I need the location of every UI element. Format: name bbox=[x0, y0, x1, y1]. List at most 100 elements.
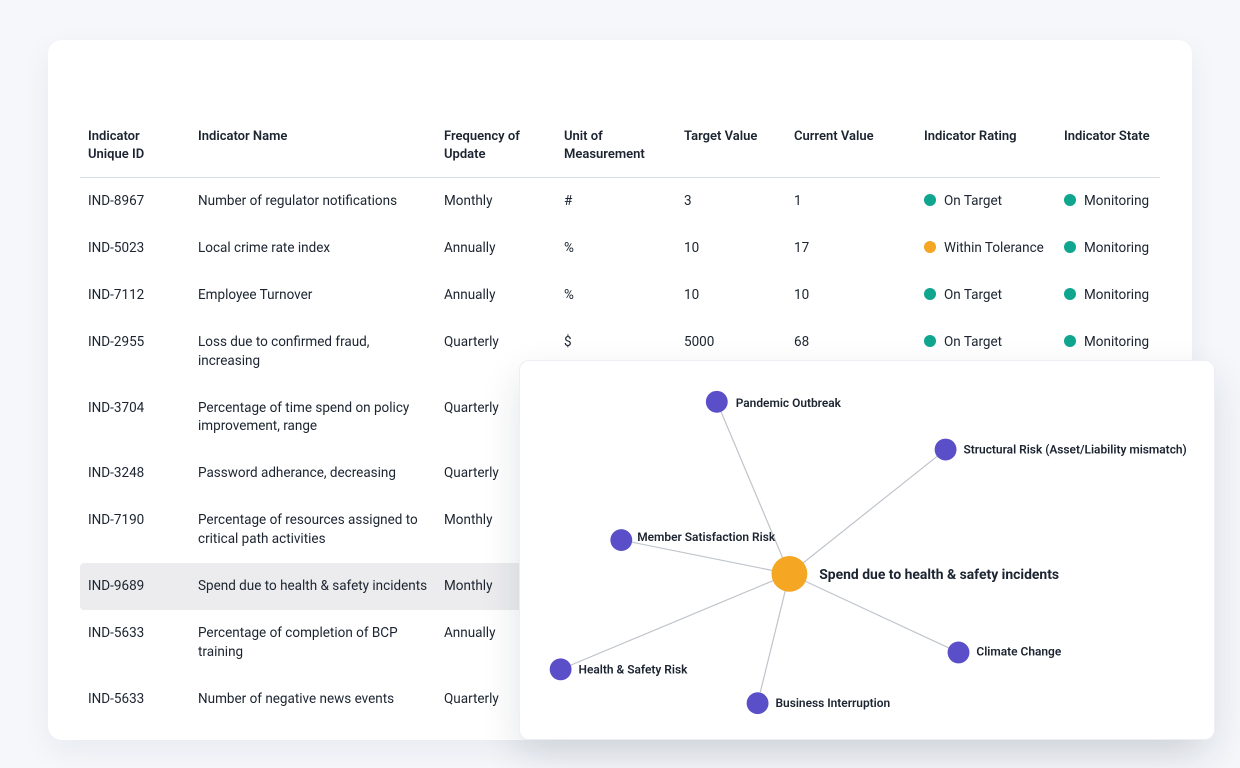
cell-name: Spend due to health & safety incidents bbox=[190, 563, 436, 610]
status-dot-icon bbox=[1064, 241, 1076, 253]
cell-freq-text: Annually bbox=[444, 287, 495, 303]
cell-name: Percentage of resources assigned to crit… bbox=[190, 497, 436, 563]
rating-label: On Target bbox=[944, 334, 1002, 350]
cell-name: Loss due to confirmed fraud, increasing bbox=[190, 319, 436, 385]
cell-target: 3 bbox=[676, 178, 786, 225]
chart-center-label: Spend due to health & safety incidents bbox=[819, 567, 1059, 583]
cell-state: Monitoring bbox=[1056, 272, 1160, 319]
cell-id-text: IND-7190 bbox=[88, 512, 144, 528]
chart-node-label: Member Satisfaction Risk bbox=[637, 530, 776, 544]
cell-rating: On Target bbox=[916, 178, 1056, 225]
cell-name: Number of regulator notifications bbox=[190, 178, 436, 225]
cell-id-text: IND-5633 bbox=[88, 625, 144, 641]
status-dot-icon bbox=[924, 288, 936, 300]
col-header-unit[interactable]: Unit of Measurement bbox=[556, 128, 676, 178]
cell-id: IND-7112 bbox=[80, 272, 190, 319]
cell-name: Percentage of time spend on policy impro… bbox=[190, 385, 436, 451]
cell-freq-text: Monthly bbox=[444, 578, 492, 594]
status-dot-icon bbox=[924, 241, 936, 253]
cell-target-text: 10 bbox=[684, 240, 699, 256]
cell-current: 1 bbox=[786, 178, 916, 225]
cell-name-text: Percentage of resources assigned to crit… bbox=[198, 512, 418, 547]
cell-current-text: 1 bbox=[794, 193, 802, 209]
chart-edge bbox=[561, 574, 790, 669]
chart-node-label: Health & Safety Risk bbox=[579, 662, 689, 676]
cell-rating: On Target bbox=[916, 272, 1056, 319]
col-header-freq[interactable]: Frequency of Update bbox=[436, 128, 556, 178]
cell-freq-text: Annually bbox=[444, 625, 495, 641]
status-dot-icon bbox=[924, 194, 936, 206]
chart-node[interactable] bbox=[706, 391, 728, 413]
table-row[interactable]: IND-5023Local crime rate indexAnnually%1… bbox=[80, 225, 1160, 272]
chart-edge bbox=[621, 540, 789, 574]
relationship-chart-svg: Pandemic OutbreakStructural Risk (Asset/… bbox=[520, 361, 1214, 739]
chart-node[interactable] bbox=[610, 529, 632, 551]
chart-node[interactable] bbox=[935, 439, 957, 461]
cell-name: Local crime rate index bbox=[190, 225, 436, 272]
cell-id: IND-8967 bbox=[80, 178, 190, 225]
cell-current-text: 68 bbox=[794, 334, 809, 350]
cell-name-text: Local crime rate index bbox=[198, 240, 330, 256]
chart-node[interactable] bbox=[747, 692, 769, 714]
cell-id-text: IND-5633 bbox=[88, 691, 144, 707]
cell-name-text: Percentage of time spend on policy impro… bbox=[198, 400, 409, 435]
table-header-row: Indicator Unique ID Indicator Name Frequ… bbox=[80, 128, 1160, 178]
cell-freq: Monthly bbox=[436, 178, 556, 225]
cell-target: 10 bbox=[676, 272, 786, 319]
chart-edge bbox=[758, 574, 790, 703]
rating-label: On Target bbox=[944, 193, 1002, 209]
cell-id-text: IND-3704 bbox=[88, 400, 144, 416]
chart-edge bbox=[717, 402, 790, 574]
cell-current-text: 10 bbox=[794, 287, 809, 303]
cell-rating: Within Tolerance bbox=[916, 225, 1056, 272]
cell-name-text: Employee Turnover bbox=[198, 287, 312, 303]
status-dot-icon bbox=[1064, 335, 1076, 347]
cell-id: IND-7190 bbox=[80, 497, 190, 563]
table-row[interactable]: IND-7112 Employee Turnover Annually% 10 10 On… bbox=[80, 272, 1160, 319]
col-header-current[interactable]: Current Value bbox=[786, 128, 916, 178]
cell-name: Employee Turnover bbox=[190, 272, 436, 319]
cell-name: Number of negative news events bbox=[190, 676, 436, 723]
state-label: Monitoring bbox=[1084, 193, 1149, 209]
cell-freq: Annually bbox=[436, 225, 556, 272]
col-header-state[interactable]: Indicator State bbox=[1056, 128, 1160, 178]
cell-target-text: 3 bbox=[684, 193, 692, 209]
relationship-chart-panel: Pandemic OutbreakStructural Risk (Asset/… bbox=[519, 360, 1215, 740]
cell-current: 17 bbox=[786, 225, 916, 272]
cell-freq-text: Monthly bbox=[444, 512, 492, 528]
chart-center-node[interactable] bbox=[772, 556, 808, 592]
cell-name-text: Number of regulator notifications bbox=[198, 193, 397, 209]
cell-id: IND-2955 bbox=[80, 319, 190, 385]
cell-unit-text: # bbox=[564, 193, 572, 209]
cell-id-text: IND-7112 bbox=[88, 287, 144, 303]
state-label: Monitoring bbox=[1084, 287, 1149, 303]
cell-id: IND-5023 bbox=[80, 225, 190, 272]
state-label: Monitoring bbox=[1084, 240, 1149, 256]
cell-freq-text: Monthly bbox=[444, 193, 492, 209]
col-header-id[interactable]: Indicator Unique ID bbox=[80, 128, 190, 178]
cell-id: IND-5633 bbox=[80, 610, 190, 676]
cell-unit: % bbox=[556, 272, 676, 319]
chart-node[interactable] bbox=[550, 658, 572, 680]
cell-state: Monitoring bbox=[1056, 225, 1160, 272]
cell-id-text: IND-9689 bbox=[88, 578, 144, 594]
status-dot-icon bbox=[924, 335, 936, 347]
cell-unit-text: $ bbox=[564, 334, 572, 350]
cell-id-text: IND-2955 bbox=[88, 334, 144, 350]
cell-target-text: 10 bbox=[684, 287, 699, 303]
cell-name-text: Password adherance, decreasing bbox=[198, 465, 396, 481]
cell-freq-text: Quarterly bbox=[444, 400, 499, 416]
cell-freq: Annually bbox=[436, 272, 556, 319]
cell-unit-text: % bbox=[564, 287, 574, 303]
state-label: Monitoring bbox=[1084, 334, 1149, 350]
chart-edge bbox=[789, 574, 958, 653]
col-header-target[interactable]: Target Value bbox=[676, 128, 786, 178]
cell-id-text: IND-5023 bbox=[88, 240, 144, 256]
cell-id-text: IND-3248 bbox=[88, 465, 144, 481]
cell-id-text: IND-8967 bbox=[88, 193, 144, 209]
rating-label: Within Tolerance bbox=[944, 240, 1044, 256]
table-row[interactable]: IND-8967 Number of regulator notification… bbox=[80, 178, 1160, 225]
col-header-rating[interactable]: Indicator Rating bbox=[916, 128, 1056, 178]
chart-node[interactable] bbox=[948, 642, 970, 664]
col-header-name[interactable]: Indicator Name bbox=[190, 128, 436, 178]
